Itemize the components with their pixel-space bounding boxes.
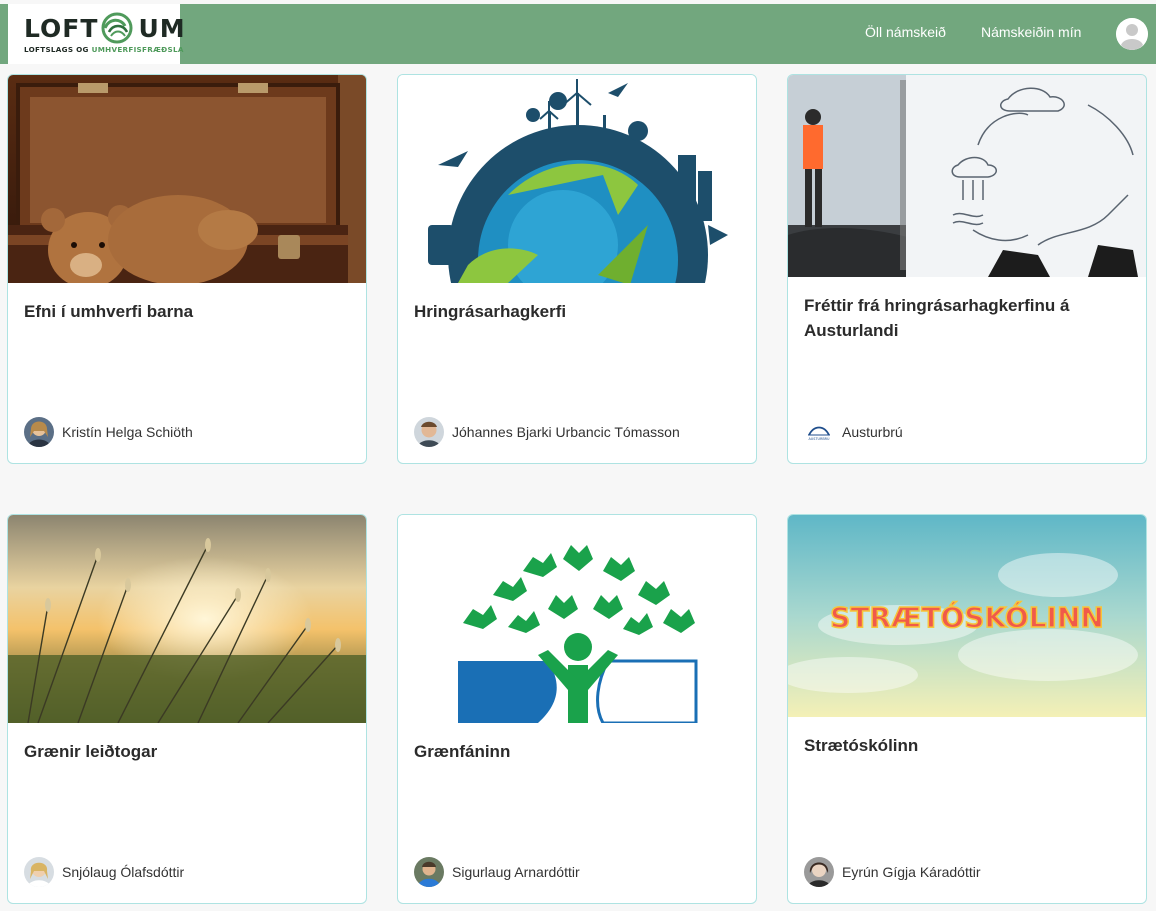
course-image-grass — [8, 515, 366, 723]
recycling-globe-image — [398, 75, 756, 283]
course-image-globe — [398, 75, 756, 283]
nav-my-courses[interactable]: Námskeiðin mín — [981, 24, 1081, 40]
user-avatar-button[interactable] — [1116, 18, 1148, 50]
course-author: AUSTURBRÚ Austurbrú — [804, 417, 903, 447]
course-title[interactable]: Hringrásarhagkerfi — [414, 299, 744, 324]
austurbru-logo-icon: AUSTURBRÚ — [804, 417, 834, 447]
course-image-teddy — [8, 75, 366, 283]
course-author: Jóhannes Bjarki Urbancic Tómasson — [414, 417, 680, 447]
course-image-straeto: STRÆTÓSKÓLINN — [788, 515, 1146, 717]
author-name: Jóhannes Bjarki Urbancic Tómasson — [452, 424, 680, 440]
course-card[interactable]: Efni í umhverfi barna Kristín Helga Schi… — [7, 74, 367, 464]
author-avatar — [414, 857, 444, 887]
course-title[interactable]: Grænfáninn — [414, 739, 744, 764]
austurbru-logo-text: AUSTURBRÚ — [808, 436, 830, 441]
course-title[interactable]: Efni í umhverfi barna — [24, 299, 354, 324]
logo-word-left: LOFT — [24, 13, 99, 43]
grass-sunset-image — [8, 515, 366, 723]
logo-tagline: LOFTSLAGS OG UMHVERFISFRÆÐSLA — [24, 45, 184, 54]
author-avatar — [804, 857, 834, 887]
author-name: Austurbrú — [842, 424, 903, 440]
course-author: Sigurlaug Arnardóttir — [414, 857, 580, 887]
course-image-green-flag — [398, 515, 756, 723]
author-name: Kristín Helga Schiöth — [62, 424, 193, 440]
course-author: Kristín Helga Schiöth — [24, 417, 193, 447]
swirl-logo-icon — [101, 12, 133, 44]
course-card[interactable]: Hringrásarhagkerfi Jóhannes Bjarki Urban… — [397, 74, 757, 464]
author-avatar — [24, 857, 54, 887]
author-name: Eyrún Gígja Káradóttir — [842, 864, 981, 880]
course-card[interactable]: Fréttir frá hringrásarhagkerfinu á Austu… — [787, 74, 1147, 464]
course-title[interactable]: Strætóskólinn — [804, 733, 1134, 758]
author-avatar: AUSTURBRÚ — [804, 417, 834, 447]
course-card[interactable]: Grænir leiðtogar Snjólaug Ólafsdóttir — [7, 514, 367, 904]
green-flag-tree-icon — [398, 515, 756, 723]
course-title[interactable]: Fréttir frá hringrásarhagkerfinu á Austu… — [804, 293, 1134, 343]
course-card[interactable]: Grænfáninn Sigurlaug Arnardóttir — [397, 514, 757, 904]
course-card[interactable]: STRÆTÓSKÓLINN Strætóskólinn Eyrún Gígja … — [787, 514, 1147, 904]
straeto-banner-image: STRÆTÓSKÓLINN — [788, 515, 1146, 717]
author-name: Sigurlaug Arnardóttir — [452, 864, 580, 880]
straeto-banner-text: STRÆTÓSKÓLINN — [830, 600, 1104, 634]
course-author: Snjólaug Ólafsdóttir — [24, 857, 184, 887]
logo-tagline-green: UMHVERFISFRÆÐSLA — [91, 45, 184, 54]
course-author: Eyrún Gígja Káradóttir — [804, 857, 981, 887]
logo-tagline-dark: LOFTSLAGS OG — [24, 45, 92, 54]
nav-all-courses[interactable]: Öll námskeið — [865, 24, 946, 40]
course-image-water-cycle — [788, 75, 1146, 277]
logo-wordmark: LOFT UM — [24, 12, 186, 44]
author-avatar — [414, 417, 444, 447]
author-avatar — [24, 417, 54, 447]
loftum-logo[interactable]: LOFT UM LOFTSLAGS OG UMHVERFISFRÆÐSLA — [8, 4, 185, 64]
water-cycle-image — [788, 75, 1146, 277]
teddy-bear-image — [8, 75, 366, 283]
author-name: Snjólaug Ólafsdóttir — [62, 864, 185, 880]
course-title[interactable]: Grænir leiðtogar — [24, 739, 354, 764]
user-avatar-icon — [1116, 18, 1148, 50]
logo-word-right: UM — [138, 13, 186, 43]
top-header: LOFT UM LOFTSLAGS OG UMHVERFISFRÆÐSLA Öl… — [0, 4, 1156, 64]
